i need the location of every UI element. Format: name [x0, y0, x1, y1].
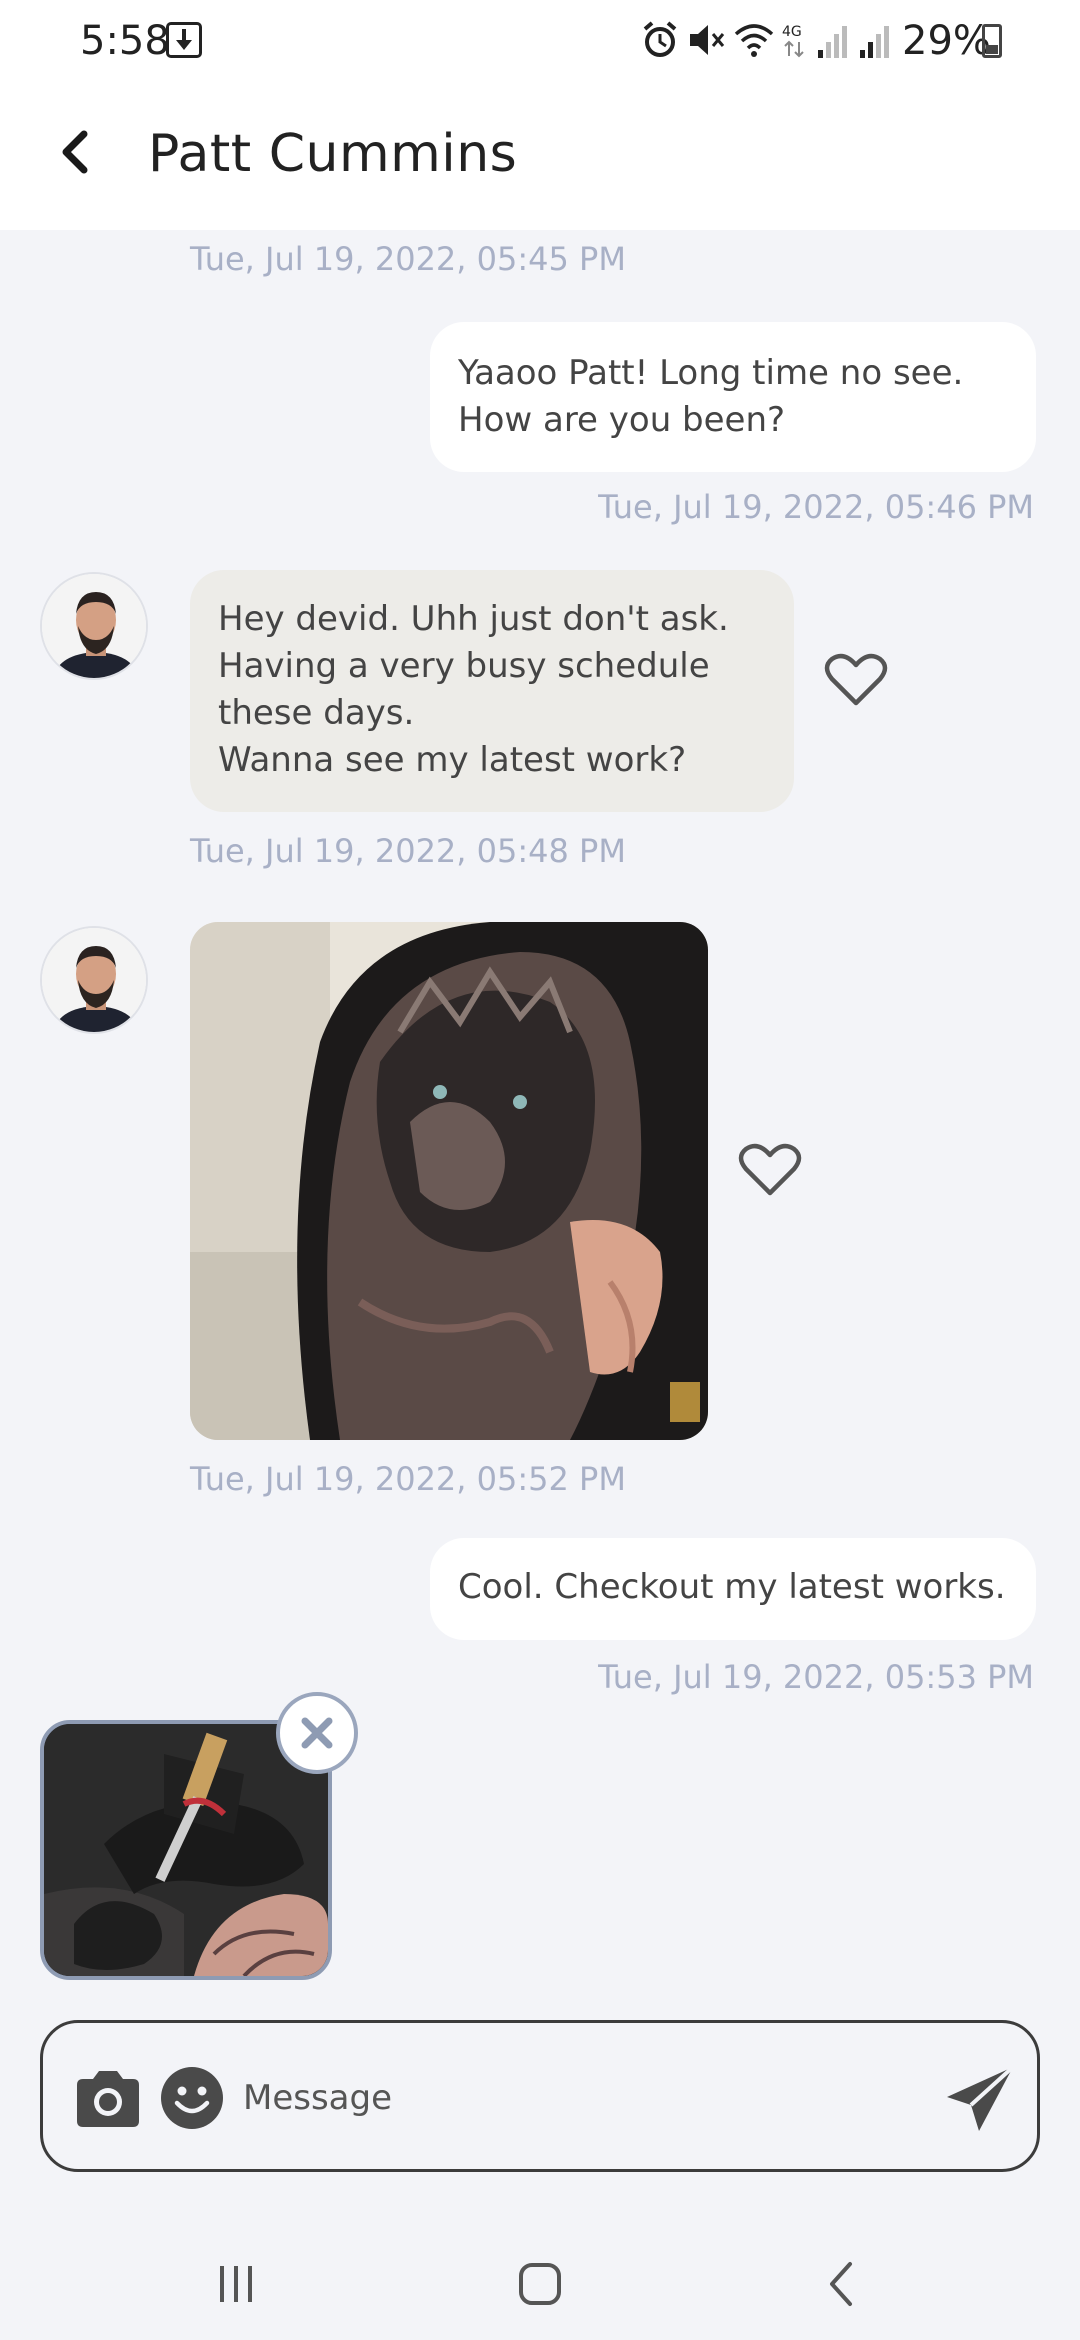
remove-attachment-button[interactable]	[276, 1692, 358, 1774]
alarm-icon	[643, 21, 677, 57]
shared-image[interactable]	[190, 922, 708, 1440]
svg-text:4G: 4G	[782, 24, 802, 40]
like-button[interactable]	[734, 1134, 806, 1206]
chevron-left-icon	[830, 2262, 852, 2306]
chevron-left-icon	[62, 130, 88, 174]
camera-button[interactable]	[73, 2067, 143, 2131]
back-button[interactable]	[44, 120, 108, 184]
home-icon	[519, 2263, 561, 2305]
send-icon	[947, 2065, 1015, 2131]
tattoo-photo	[190, 922, 708, 1440]
avatar[interactable]	[40, 572, 148, 680]
camera-icon	[77, 2071, 139, 2127]
avatar[interactable]	[40, 926, 148, 1034]
wifi-icon	[734, 24, 774, 57]
status-time: 5:58	[80, 18, 170, 64]
outgoing-message[interactable]: Yaaoo Patt! Long time no see. How are yo…	[430, 322, 1036, 472]
4g-icon: 4G	[782, 24, 804, 58]
close-icon	[301, 1717, 333, 1749]
attachment-thumbnail	[44, 1724, 328, 1976]
recents-icon	[220, 2266, 252, 2302]
heart-icon	[824, 653, 888, 706]
chat-header: Patt Cummins	[0, 84, 1080, 230]
back-nav-button[interactable]	[812, 2256, 872, 2312]
like-button[interactable]	[820, 644, 892, 716]
incoming-message[interactable]: Hey devid. Uhh just don't ask. Having a …	[190, 570, 794, 812]
emoji-button[interactable]	[159, 2065, 225, 2131]
signal-icon	[818, 26, 847, 58]
emoji-icon	[161, 2067, 223, 2129]
system-nav-bar	[0, 2220, 1080, 2340]
signal-icon	[860, 26, 889, 58]
message-timestamp: Tue, Jul 19, 2022, 05:46 PM	[598, 488, 1034, 526]
contact-name: Patt Cummins	[148, 124, 518, 184]
status-bar: 5:58 4G 29%	[0, 0, 1080, 84]
status-icons: 4G	[640, 20, 900, 64]
recents-button[interactable]	[206, 2256, 266, 2312]
message-composer	[40, 2020, 1040, 2172]
download-icon	[166, 22, 202, 58]
home-button[interactable]	[510, 2256, 570, 2312]
outgoing-message[interactable]: Cool. Checkout my latest works.	[430, 1538, 1036, 1640]
message-input[interactable]	[243, 2059, 943, 2137]
mute-icon	[690, 25, 725, 55]
heart-icon	[738, 1143, 802, 1196]
contact-photo	[42, 928, 146, 1032]
send-button[interactable]	[943, 2061, 1019, 2137]
message-timestamp: Tue, Jul 19, 2022, 05:52 PM	[190, 1460, 626, 1498]
message-timestamp: Tue, Jul 19, 2022, 05:48 PM	[190, 832, 626, 870]
contact-photo	[42, 574, 146, 678]
battery-level: 29%	[902, 18, 991, 64]
message-timestamp: Tue, Jul 19, 2022, 05:45 PM	[190, 240, 626, 278]
message-timestamp: Tue, Jul 19, 2022, 05:53 PM	[598, 1658, 1034, 1696]
battery-icon	[982, 24, 1002, 58]
